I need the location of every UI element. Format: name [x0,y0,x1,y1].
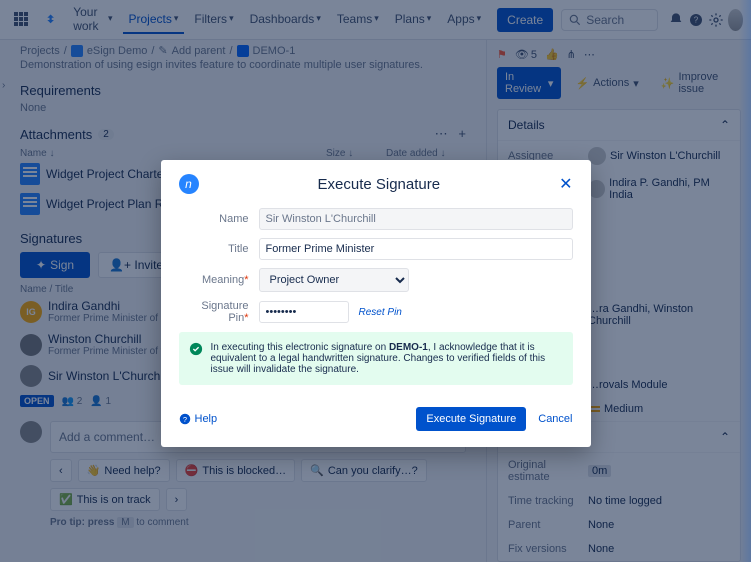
cancel-button[interactable]: Cancel [538,413,572,425]
execute-signature-button[interactable]: Execute Signature [416,407,526,431]
modal-overlay: n Execute Signature ✕ Name Title Meaning… [0,0,751,562]
reset-pin-link[interactable]: Reset Pin [359,307,402,318]
svg-text:?: ? [182,415,186,424]
app-logo-icon: n [179,174,199,194]
dialog-title: Execute Signature [199,176,560,193]
help-icon: ? [179,413,191,425]
title-label: Title [179,243,259,255]
meaning-label: Meaning* [179,274,259,286]
title-input[interactable] [259,238,573,260]
name-label: Name [179,213,259,225]
acknowledgment-notice: In executing this electronic signature o… [179,332,573,385]
pin-input[interactable] [259,301,349,323]
check-circle-icon [189,342,203,356]
meaning-select[interactable]: Project Owner [259,268,409,292]
name-field [259,208,573,230]
pin-label: Signature Pin* [179,300,259,324]
execute-signature-dialog: n Execute Signature ✕ Name Title Meaning… [161,160,591,447]
help-link[interactable]: ? Help [179,413,218,425]
close-button[interactable]: ✕ [559,174,572,194]
